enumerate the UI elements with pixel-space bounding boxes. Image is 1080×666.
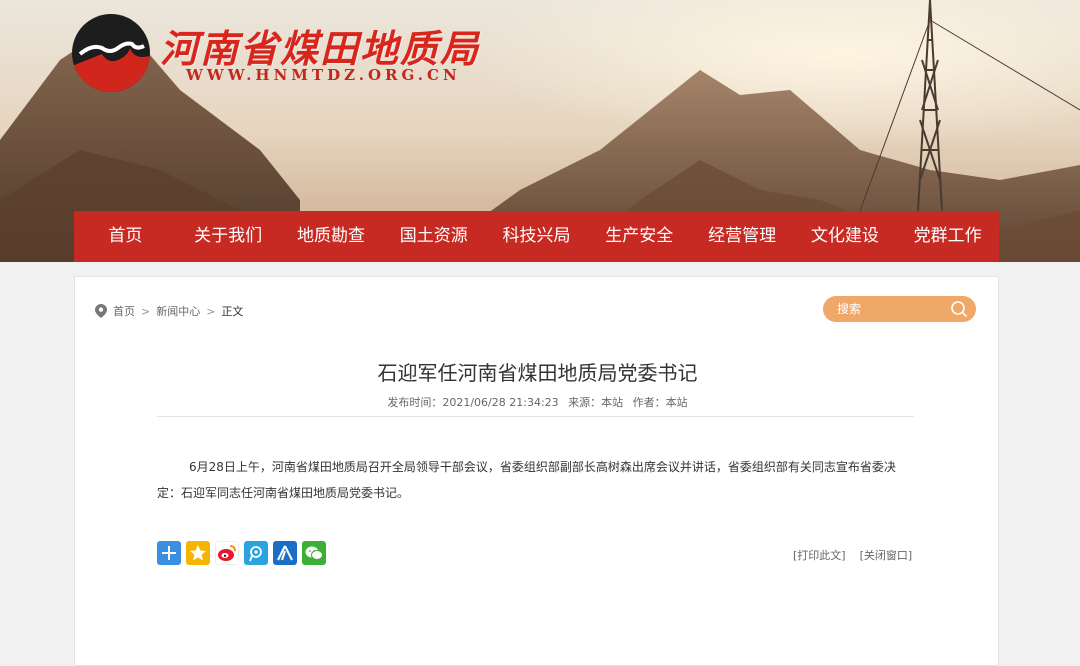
title-divider [157,416,914,417]
publish-time: 发布时间：2021/06/28 21:34:23 [387,396,559,409]
nav-item-about[interactable]: 关于我们 [177,211,280,262]
nav-item-culture[interactable]: 文化建设 [793,211,896,262]
article-body: 6月28日上午，河南省煤田地质局召开全局领导干部会议，省委组织部副部长高树森出席… [157,460,896,500]
search-icon[interactable] [950,300,968,318]
breadcrumb-section[interactable]: 新闻中心 [156,303,200,319]
article-author: 作者：本站 [632,396,688,409]
article-title: 石迎军任河南省煤田地质局党委书记 [377,361,698,385]
article-actions: [打印此文] [关闭窗口] [793,547,912,563]
print-link[interactable]: [打印此文] [793,547,846,563]
nav-item-geology[interactable]: 地质勘查 [280,211,383,262]
bureau-logo[interactable] [72,14,150,92]
location-pin-icon [95,304,107,318]
article-meta: 发布时间：2021/06/28 21:34:23 来源：本站 作者：本站 [75,394,1000,410]
article-source: 来源：本站 [568,396,624,409]
nav-item-land[interactable]: 国土资源 [382,211,485,262]
weibo-icon[interactable] [215,541,239,565]
close-window-link[interactable]: [关闭窗口] [860,547,913,563]
nav-item-management[interactable]: 经营管理 [691,211,794,262]
wechat-icon[interactable] [302,541,326,565]
breadcrumb-separator: > [141,304,151,318]
site-name: 河南省煤田地质局 [160,26,481,71]
qzone-star-icon[interactable] [186,541,210,565]
breadcrumb: 首页 > 新闻中心 > 正文 [95,303,243,319]
header-banner: 河南省煤田地质局 WWW.HNMTDZ.ORG.CN 首页 关于我们 地质勘查 … [0,0,1080,262]
plus-icon[interactable] [157,541,181,565]
article-panel: 首页 > 新闻中心 > 正文 石迎军任河南省煤田地质局党委书记 发布时间：202… [74,276,999,666]
site-url: WWW.HNMTDZ.ORG.CN [186,66,461,84]
main-nav: 首页 关于我们 地质勘查 国土资源 科技兴局 生产安全 经营管理 文化建设 党群… [74,211,999,262]
nav-item-party[interactable]: 党群工作 [896,211,999,262]
search-input[interactable] [823,302,943,316]
nav-item-home[interactable]: 首页 [74,211,177,262]
renren-icon[interactable] [273,541,297,565]
share-bar [157,541,326,565]
breadcrumb-separator: > [206,304,216,318]
tencent-weibo-icon[interactable] [244,541,268,565]
nav-item-tech[interactable]: 科技兴局 [485,211,588,262]
search-box [823,296,976,322]
nav-item-safety[interactable]: 生产安全 [588,211,691,262]
breadcrumb-home[interactable]: 首页 [113,303,135,319]
breadcrumb-current: 正文 [221,305,244,318]
